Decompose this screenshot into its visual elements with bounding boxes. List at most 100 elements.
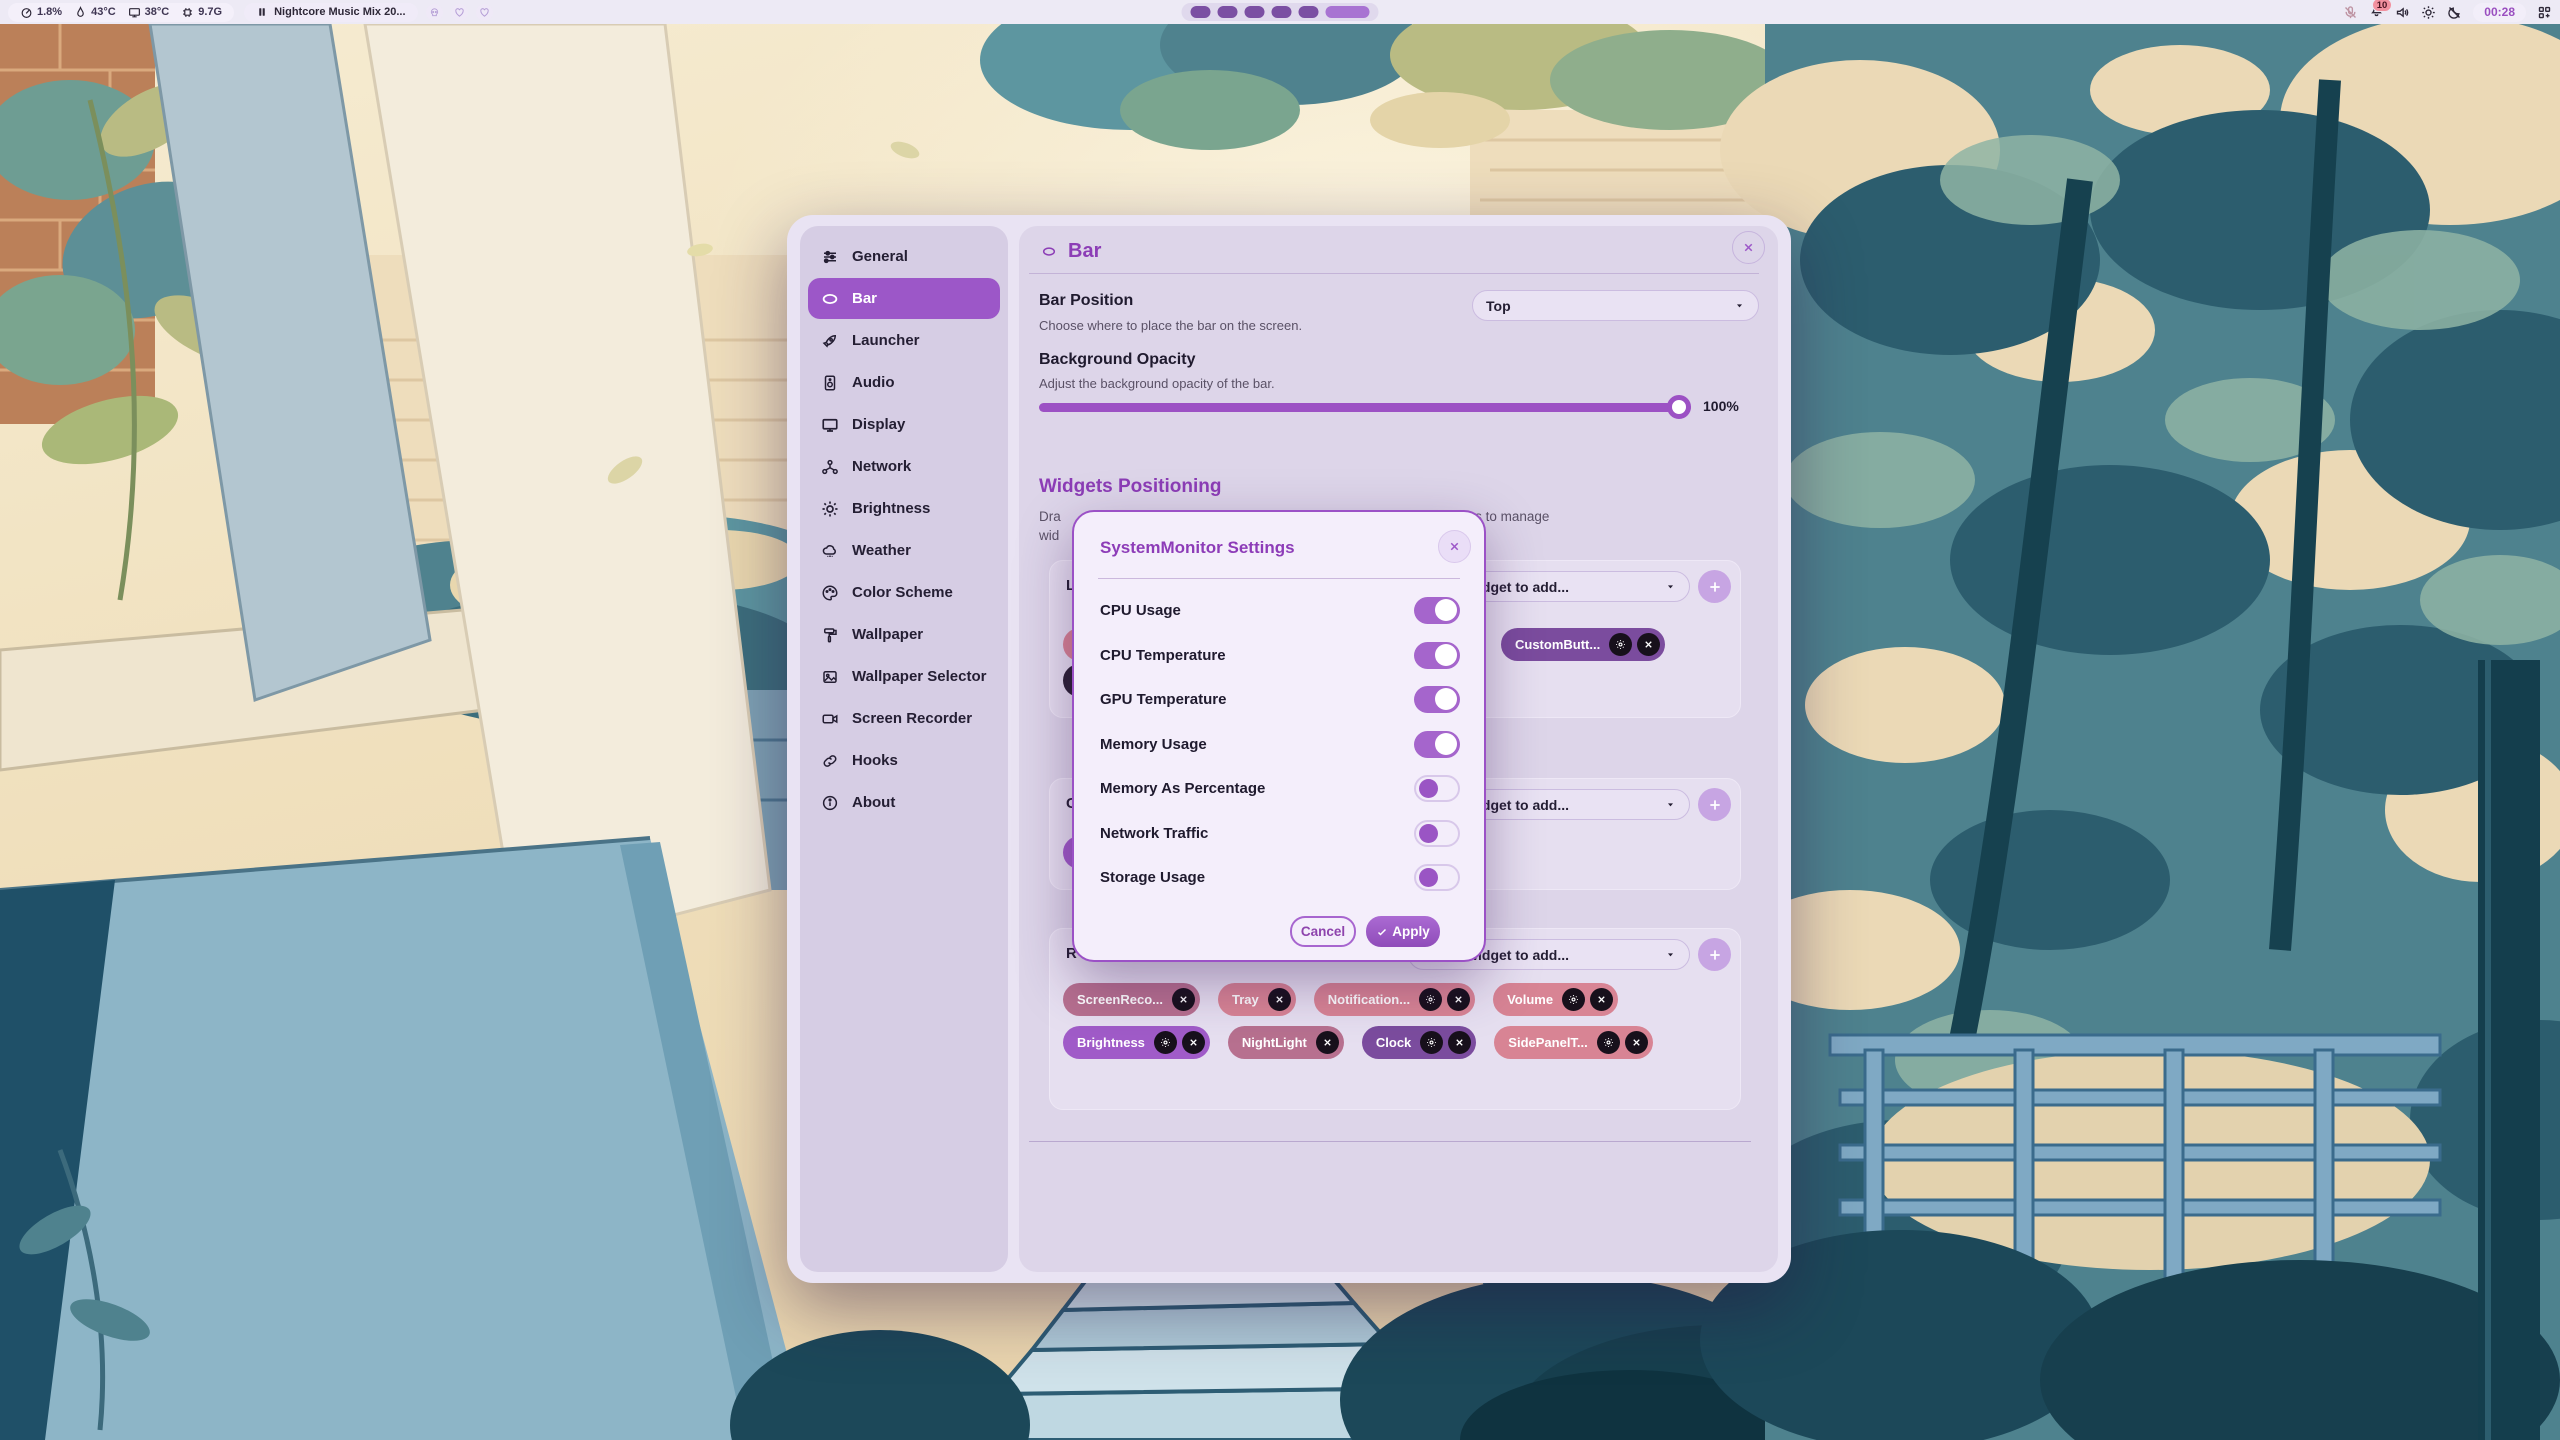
sidebar-item-bar[interactable]: Bar: [808, 278, 1000, 319]
add-widget-button[interactable]: [1698, 570, 1731, 603]
dialog-title: SystemMonitor Settings: [1100, 538, 1295, 558]
slider-knob[interactable]: [1667, 395, 1691, 419]
sidebar-item-screen-recorder[interactable]: Screen Recorder: [808, 698, 1000, 739]
workspace-1[interactable]: [1191, 6, 1211, 18]
sidebar-item-general[interactable]: General: [808, 236, 1000, 277]
workspace-3[interactable]: [1245, 6, 1265, 18]
widget-chip-sidepanelt[interactable]: SidePanelT...: [1494, 1026, 1652, 1059]
add-widget-button[interactable]: [1698, 788, 1731, 821]
mic-muted-icon[interactable]: [2343, 5, 2358, 20]
widget-remove-button[interactable]: [1316, 1031, 1339, 1054]
toggle-row: CPU Temperature: [1100, 635, 1460, 675]
skull-button[interactable]: [426, 4, 443, 21]
widget-chip-row: Brightness NightLight Clock SidePanelT..…: [1063, 1026, 1653, 1059]
widget-settings-button[interactable]: [1609, 633, 1632, 656]
toggle-row: CPU Usage: [1100, 590, 1460, 630]
sidebar-item-audio[interactable]: Audio: [808, 362, 1000, 403]
toggle-memory-as-percentage[interactable]: [1414, 775, 1460, 802]
sidebar-item-launcher[interactable]: Launcher: [808, 320, 1000, 361]
toggle-knob: [1435, 644, 1457, 666]
apply-button[interactable]: Apply: [1366, 916, 1440, 947]
widget-chip-label: CustomButt...: [1515, 637, 1604, 652]
widget-chip-tray[interactable]: Tray: [1218, 983, 1296, 1016]
widget-chip-notification[interactable]: Notification...: [1314, 983, 1475, 1016]
widget-chip-nightlight[interactable]: NightLight: [1228, 1026, 1344, 1059]
workspace-4[interactable]: [1272, 6, 1292, 18]
workspace-6[interactable]: [1326, 6, 1370, 18]
sidebar-item-brightness[interactable]: Brightness: [808, 488, 1000, 529]
widget-remove-button[interactable]: [1625, 1031, 1648, 1054]
bar-page-icon: [1039, 244, 1059, 259]
sidebar-item-color-scheme[interactable]: Color Scheme: [808, 572, 1000, 613]
toggle-row: Storage Usage: [1100, 857, 1460, 897]
bar-position-dropdown[interactable]: Top: [1472, 290, 1759, 321]
toggle-label: Network Traffic: [1100, 825, 1208, 842]
widget-remove-button[interactable]: [1637, 633, 1660, 656]
sidebar-item-network[interactable]: Network: [808, 446, 1000, 487]
sidebar-item-label: Weather: [852, 542, 911, 559]
toggle-memory-usage[interactable]: [1414, 731, 1460, 758]
sidebar-item-label: Bar: [852, 290, 877, 307]
widget-settings-button[interactable]: [1420, 1031, 1443, 1054]
workspace-5[interactable]: [1299, 6, 1319, 18]
widget-chip-label: NightLight: [1242, 1035, 1311, 1050]
widget-remove-button[interactable]: [1172, 988, 1195, 1011]
close-icon: [1274, 994, 1285, 1005]
volume-icon[interactable]: [2395, 5, 2410, 20]
add-widget-button[interactable]: [1698, 938, 1731, 971]
widget-settings-button[interactable]: [1597, 1031, 1620, 1054]
skull-icon: [429, 7, 440, 18]
widget-chip-screenreco[interactable]: ScreenReco...: [1063, 983, 1200, 1016]
heart-button[interactable]: [476, 4, 493, 21]
widget-chip-volume[interactable]: Volume: [1493, 983, 1618, 1016]
brightness-icon[interactable]: [2421, 5, 2436, 20]
background-opacity-slider[interactable]: [1039, 395, 1691, 419]
media-player-widget[interactable]: Nightcore Music Mix 20...: [244, 3, 417, 22]
rocket-icon: [821, 332, 839, 350]
widget-remove-button[interactable]: [1182, 1031, 1205, 1054]
stat-value: 38°C: [145, 6, 170, 18]
toggle-network-traffic[interactable]: [1414, 820, 1460, 847]
sidebar-item-wallpaper-selector[interactable]: Wallpaper Selector: [808, 656, 1000, 697]
widget-remove-button[interactable]: [1448, 1031, 1471, 1054]
chevron-down-icon: [1665, 949, 1676, 960]
close-dialog-button[interactable]: [1438, 530, 1471, 563]
chevron-down-icon: [1665, 799, 1676, 810]
sidebar-item-display[interactable]: Display: [808, 404, 1000, 445]
close-settings-button[interactable]: [1732, 231, 1765, 264]
widget-remove-button[interactable]: [1268, 988, 1291, 1011]
toggle-cpu-usage[interactable]: [1414, 597, 1460, 624]
heart-button[interactable]: [451, 4, 468, 21]
widget-settings-button[interactable]: [1154, 1031, 1177, 1054]
widgets-positioning-title: Widgets Positioning: [1039, 476, 1221, 498]
sidebar-item-about[interactable]: About: [808, 782, 1000, 823]
widget-settings-button[interactable]: [1562, 988, 1585, 1011]
widget-settings-button[interactable]: [1419, 988, 1442, 1011]
toggle-cpu-temperature[interactable]: [1414, 642, 1460, 669]
toggle-storage-usage[interactable]: [1414, 864, 1460, 891]
widget-chip-brightness[interactable]: Brightness: [1063, 1026, 1210, 1059]
cancel-button[interactable]: Cancel: [1290, 916, 1356, 947]
toggle-gpu-temperature[interactable]: [1414, 686, 1460, 713]
night-light-icon[interactable]: [2447, 5, 2462, 20]
widget-chip-custombutt[interactable]: CustomButt...: [1501, 628, 1665, 661]
heart-icon: [479, 7, 490, 18]
overview-icon[interactable]: [2537, 5, 2552, 20]
settings-sidebar: General Bar Launcher Audio Display Netwo…: [800, 226, 1008, 1272]
audio-icon: [821, 374, 839, 392]
toggle-label: Storage Usage: [1100, 869, 1205, 886]
widget-chip-clock[interactable]: Clock: [1362, 1026, 1476, 1059]
workspace-2[interactable]: [1218, 6, 1238, 18]
info-icon: [821, 794, 839, 812]
sidebar-item-weather[interactable]: Weather: [808, 530, 1000, 571]
plus-icon: [1707, 947, 1723, 963]
system-stats[interactable]: 1.8% 43°C 38°C 9.7G: [8, 3, 234, 22]
widget-remove-button[interactable]: [1590, 988, 1613, 1011]
clock[interactable]: 00:28: [2473, 3, 2526, 22]
notifications-button[interactable]: 10: [2369, 2, 2384, 22]
widget-remove-button[interactable]: [1447, 988, 1470, 1011]
bar-position-description: Choose where to place the bar on the scr…: [1039, 318, 1302, 333]
toggle-knob: [1435, 688, 1457, 710]
sidebar-item-wallpaper[interactable]: Wallpaper: [808, 614, 1000, 655]
sidebar-item-hooks[interactable]: Hooks: [808, 740, 1000, 781]
